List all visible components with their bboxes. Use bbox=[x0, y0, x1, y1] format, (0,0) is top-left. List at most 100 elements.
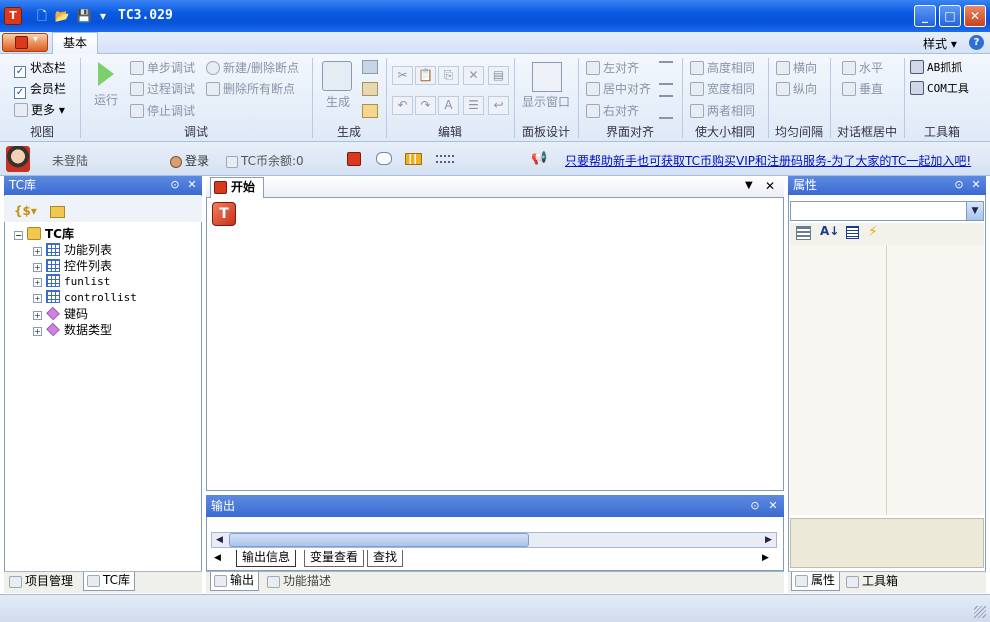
same-width-button[interactable]: 宽度相同 bbox=[690, 80, 755, 98]
generate-button[interactable]: 生成 bbox=[326, 93, 350, 111]
align-right-button[interactable]: 右对齐 bbox=[586, 102, 639, 120]
status-bar-checkbox[interactable]: ✓ 状态栏 bbox=[14, 59, 66, 78]
property-pages-icon[interactable] bbox=[846, 226, 859, 239]
keyboard-icon[interactable] bbox=[436, 155, 454, 163]
tab-scroll-left-icon[interactable]: ◀ bbox=[214, 553, 221, 563]
tree-item[interactable]: + 控件列表 bbox=[33, 258, 112, 274]
com-tool-button[interactable]: COM工具 bbox=[910, 80, 969, 98]
same-size-button[interactable]: 两者相同 bbox=[690, 102, 755, 120]
tree-item[interactable]: + funlist bbox=[33, 274, 110, 290]
tab-project-manager[interactable]: 项目管理 bbox=[6, 573, 77, 592]
application-menu-button[interactable]: ▾ bbox=[2, 33, 48, 52]
scroll-thumb[interactable] bbox=[229, 533, 529, 547]
cut-icon[interactable]: ✂ bbox=[392, 66, 413, 85]
close-icon[interactable]: ✕ bbox=[765, 179, 775, 193]
chevron-down-icon[interactable]: ▼ bbox=[966, 202, 983, 220]
object-select[interactable] bbox=[790, 201, 984, 221]
save-icon[interactable]: 💾 bbox=[76, 8, 92, 24]
close-window-button[interactable]: ✕ bbox=[964, 5, 986, 27]
expand-icon[interactable]: + bbox=[33, 311, 42, 320]
help-icon[interactable]: ? bbox=[969, 35, 984, 50]
redo-icon[interactable]: ↷ bbox=[415, 96, 436, 115]
pin-icon[interactable]: ⊙ bbox=[168, 178, 182, 192]
tab-output[interactable]: 输出 bbox=[210, 572, 260, 591]
qat-dropdown-icon[interactable]: ▾ bbox=[95, 8, 111, 24]
select-all-icon[interactable]: ▤ bbox=[488, 66, 509, 85]
promo-link[interactable]: 只要帮助新手也可获取TC币购买VIP和注册码服务-为了大家的TC一起加入吧! bbox=[565, 152, 971, 169]
align-top-icon[interactable] bbox=[659, 61, 673, 75]
new-file-icon[interactable]: 🗋 bbox=[34, 8, 50, 24]
tab-variable-watch[interactable]: 变量查看 bbox=[304, 550, 365, 567]
tab-function-description[interactable]: 功能描述 bbox=[264, 573, 335, 592]
categorized-icon[interactable] bbox=[796, 226, 811, 240]
tc-logo-icon[interactable] bbox=[347, 152, 361, 166]
app-icon[interactable]: T bbox=[4, 7, 22, 25]
tab-scroll-right-icon[interactable]: ▶ bbox=[762, 553, 769, 563]
indent-icon[interactable]: ☰ bbox=[463, 96, 484, 115]
align-bottom-icon[interactable] bbox=[659, 105, 673, 119]
run-button[interactable]: 运行 bbox=[94, 91, 118, 109]
expand-icon[interactable]: + bbox=[33, 327, 42, 336]
property-grid-divider[interactable] bbox=[886, 245, 887, 515]
space-horizontal-button[interactable]: 横向 bbox=[776, 59, 817, 77]
pin-icon[interactable]: ⊙ bbox=[952, 178, 966, 192]
maximize-button[interactable]: □ bbox=[939, 5, 961, 27]
bars-icon[interactable] bbox=[405, 153, 422, 165]
close-icon[interactable]: ✕ bbox=[969, 178, 983, 192]
ab-grab-button[interactable]: AB抓抓 bbox=[910, 59, 962, 77]
delete-icon[interactable]: ✕ bbox=[463, 66, 484, 85]
sort-icon[interactable]: {$▾ bbox=[14, 204, 37, 218]
process-debug-button[interactable]: 过程调试 bbox=[130, 80, 195, 98]
package-icon[interactable] bbox=[362, 104, 378, 118]
expand-icon[interactable]: + bbox=[33, 263, 42, 272]
brush-icon[interactable] bbox=[362, 82, 378, 96]
show-window-button[interactable]: 显示窗口 bbox=[522, 93, 570, 111]
resize-grip-icon[interactable] bbox=[974, 606, 986, 618]
expand-icon[interactable]: + bbox=[33, 247, 42, 256]
property-grid[interactable] bbox=[790, 245, 984, 515]
sort-alphabetical-icon[interactable]: A↓ bbox=[820, 224, 839, 238]
tree-item[interactable]: + 功能列表 bbox=[33, 242, 112, 258]
open-folder-icon[interactable] bbox=[50, 206, 65, 218]
delete-all-breakpoints-button[interactable]: 删除所有断点 bbox=[206, 80, 295, 98]
tree-item[interactable]: + controllist bbox=[33, 290, 137, 306]
copy-icon[interactable]: ⎘ bbox=[438, 66, 459, 85]
step-debug-button[interactable]: 单步调试 bbox=[130, 59, 195, 77]
tab-basic[interactable]: 基本 bbox=[52, 32, 98, 54]
avatar[interactable] bbox=[6, 146, 30, 172]
tree-item[interactable]: + 键码 bbox=[33, 306, 88, 322]
chevron-down-icon[interactable]: ▼ bbox=[745, 180, 753, 191]
center-vertical-button[interactable]: 垂直 bbox=[842, 80, 883, 98]
center-horizontal-button[interactable]: 水平 bbox=[842, 59, 883, 77]
tab-toolbox[interactable]: 工具箱 bbox=[843, 573, 902, 592]
close-icon[interactable]: ✕ bbox=[766, 499, 780, 513]
tab-output-info[interactable]: 输出信息 bbox=[236, 550, 297, 567]
minimize-button[interactable]: _ bbox=[914, 5, 936, 27]
tab-properties[interactable]: 属性 bbox=[791, 572, 841, 591]
scroll-left-icon[interactable]: ◀ bbox=[212, 533, 227, 547]
pin-icon[interactable]: ⊙ bbox=[748, 499, 762, 513]
login-button[interactable]: 登录 bbox=[170, 152, 209, 169]
space-vertical-button[interactable]: 纵向 bbox=[776, 80, 817, 98]
tree-root[interactable]: − TC库 bbox=[14, 226, 74, 242]
scroll-right-icon[interactable]: ▶ bbox=[761, 533, 776, 547]
close-icon[interactable]: ✕ bbox=[185, 178, 199, 192]
document-area[interactable] bbox=[206, 176, 784, 491]
chat-icon[interactable] bbox=[376, 152, 392, 165]
events-icon[interactable]: ⚡ bbox=[868, 224, 878, 240]
stop-debug-button[interactable]: 停止调试 bbox=[130, 102, 195, 120]
same-height-button[interactable]: 高度相同 bbox=[690, 59, 755, 77]
layers-icon[interactable] bbox=[362, 60, 378, 74]
collapse-icon[interactable]: − bbox=[14, 231, 23, 240]
tab-tc-library[interactable]: TC库 bbox=[83, 572, 136, 591]
expand-icon[interactable]: + bbox=[33, 294, 42, 303]
open-folder-icon[interactable]: 📂 bbox=[54, 8, 70, 24]
align-center-button[interactable]: 居中对齐 bbox=[586, 80, 651, 98]
style-menu[interactable]: 样式 ▾ bbox=[923, 35, 957, 52]
toggle-breakpoint-button[interactable]: 新建/删除断点 bbox=[206, 59, 299, 77]
align-middle-icon[interactable] bbox=[659, 83, 673, 97]
tab-find[interactable]: 查找 bbox=[367, 550, 404, 567]
find-icon[interactable]: A bbox=[438, 96, 459, 115]
more-dropdown[interactable]: 更多 ▾ bbox=[14, 101, 65, 119]
expand-icon[interactable]: + bbox=[33, 278, 42, 287]
